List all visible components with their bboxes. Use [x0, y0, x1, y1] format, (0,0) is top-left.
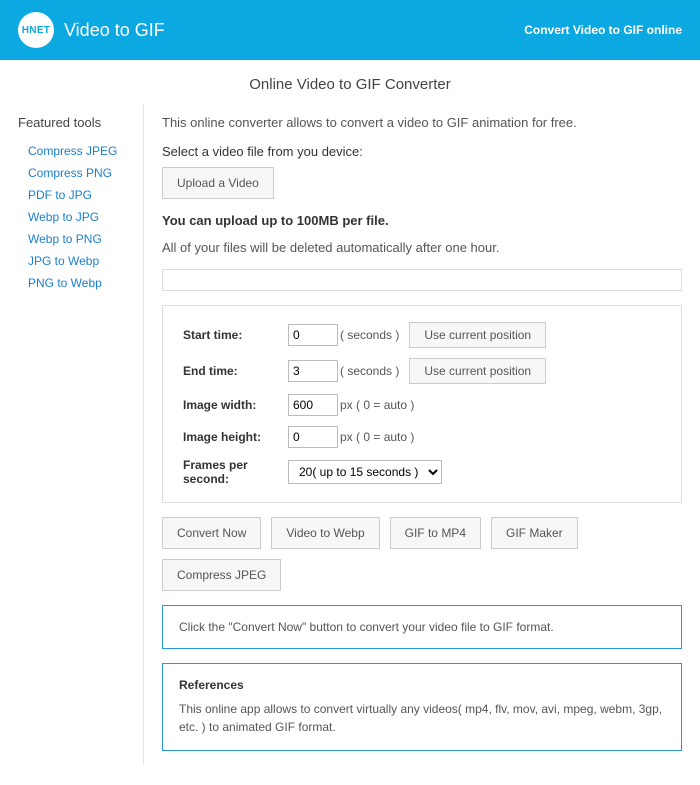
gif-maker-button[interactable]: GIF Maker	[491, 517, 578, 549]
end-time-current-button[interactable]: Use current position	[409, 358, 546, 384]
height-row: Image height: px ( 0 = auto )	[183, 426, 661, 448]
references-text: This online app allows to convert virtua…	[179, 700, 665, 736]
intro-text: This online converter allows to convert …	[162, 115, 682, 130]
start-time-row: Start time: ( seconds ) Use current posi…	[183, 322, 661, 348]
fps-row: Frames per second: 20( up to 15 seconds …	[183, 458, 661, 486]
references-box: References This online app allows to con…	[162, 663, 682, 751]
sidebar-item-jpg-to-webp[interactable]: JPG to Webp	[18, 250, 143, 272]
fps-select[interactable]: 20( up to 15 seconds )	[288, 460, 442, 484]
fps-label: Frames per second:	[183, 458, 288, 486]
header-tagline: Convert Video to GIF online	[524, 23, 682, 37]
page-title: Online Video to GIF Converter	[0, 60, 700, 105]
main: This online converter allows to convert …	[143, 105, 682, 765]
references-title: References	[179, 678, 665, 692]
sidebar-item-png-to-webp[interactable]: PNG to Webp	[18, 272, 143, 294]
logo-icon: HNET	[18, 12, 54, 48]
sidebar-item-webp-to-png[interactable]: Webp to PNG	[18, 228, 143, 250]
width-input[interactable]	[288, 394, 338, 416]
preview-panel	[162, 269, 682, 291]
header-title: Video to GIF	[64, 20, 165, 41]
sidebar-item-compress-jpeg[interactable]: Compress JPEG	[18, 140, 143, 162]
height-input[interactable]	[288, 426, 338, 448]
end-time-row: End time: ( seconds ) Use current positi…	[183, 358, 661, 384]
sidebar-item-compress-png[interactable]: Compress PNG	[18, 162, 143, 184]
sidebar: Featured tools Compress JPEG Compress PN…	[18, 105, 143, 765]
end-time-input[interactable]	[288, 360, 338, 382]
auto-delete-text: All of your files will be deleted automa…	[162, 240, 682, 255]
end-time-unit: ( seconds )	[340, 364, 399, 378]
sidebar-item-webp-to-jpg[interactable]: Webp to JPG	[18, 206, 143, 228]
width-unit: px ( 0 = auto )	[340, 398, 414, 412]
start-time-current-button[interactable]: Use current position	[409, 322, 546, 348]
compress-jpeg-button[interactable]: Compress JPEG	[162, 559, 281, 591]
upload-video-button[interactable]: Upload a Video	[162, 167, 274, 199]
instruction-text: Click the "Convert Now" button to conver…	[179, 620, 554, 634]
header-left: HNET Video to GIF	[18, 12, 165, 48]
upload-limit-text: You can upload up to 100MB per file.	[162, 213, 682, 228]
action-row: Convert Now Video to Webp GIF to MP4 GIF…	[162, 517, 682, 591]
select-file-text: Select a video file from you device:	[162, 144, 682, 159]
start-time-unit: ( seconds )	[340, 328, 399, 342]
logo-text: HNET	[22, 25, 50, 36]
gif-to-mp4-button[interactable]: GIF to MP4	[390, 517, 481, 549]
width-row: Image width: px ( 0 = auto )	[183, 394, 661, 416]
settings-panel: Start time: ( seconds ) Use current posi…	[162, 305, 682, 503]
start-time-input[interactable]	[288, 324, 338, 346]
end-time-label: End time:	[183, 364, 288, 378]
container: Featured tools Compress JPEG Compress PN…	[0, 105, 700, 785]
instruction-box: Click the "Convert Now" button to conver…	[162, 605, 682, 649]
sidebar-item-pdf-to-jpg[interactable]: PDF to JPG	[18, 184, 143, 206]
header: HNET Video to GIF Convert Video to GIF o…	[0, 0, 700, 60]
height-unit: px ( 0 = auto )	[340, 430, 414, 444]
video-to-webp-button[interactable]: Video to Webp	[271, 517, 379, 549]
start-time-label: Start time:	[183, 328, 288, 342]
sidebar-heading: Featured tools	[18, 115, 143, 130]
convert-now-button[interactable]: Convert Now	[162, 517, 261, 549]
height-label: Image height:	[183, 430, 288, 444]
width-label: Image width:	[183, 398, 288, 412]
